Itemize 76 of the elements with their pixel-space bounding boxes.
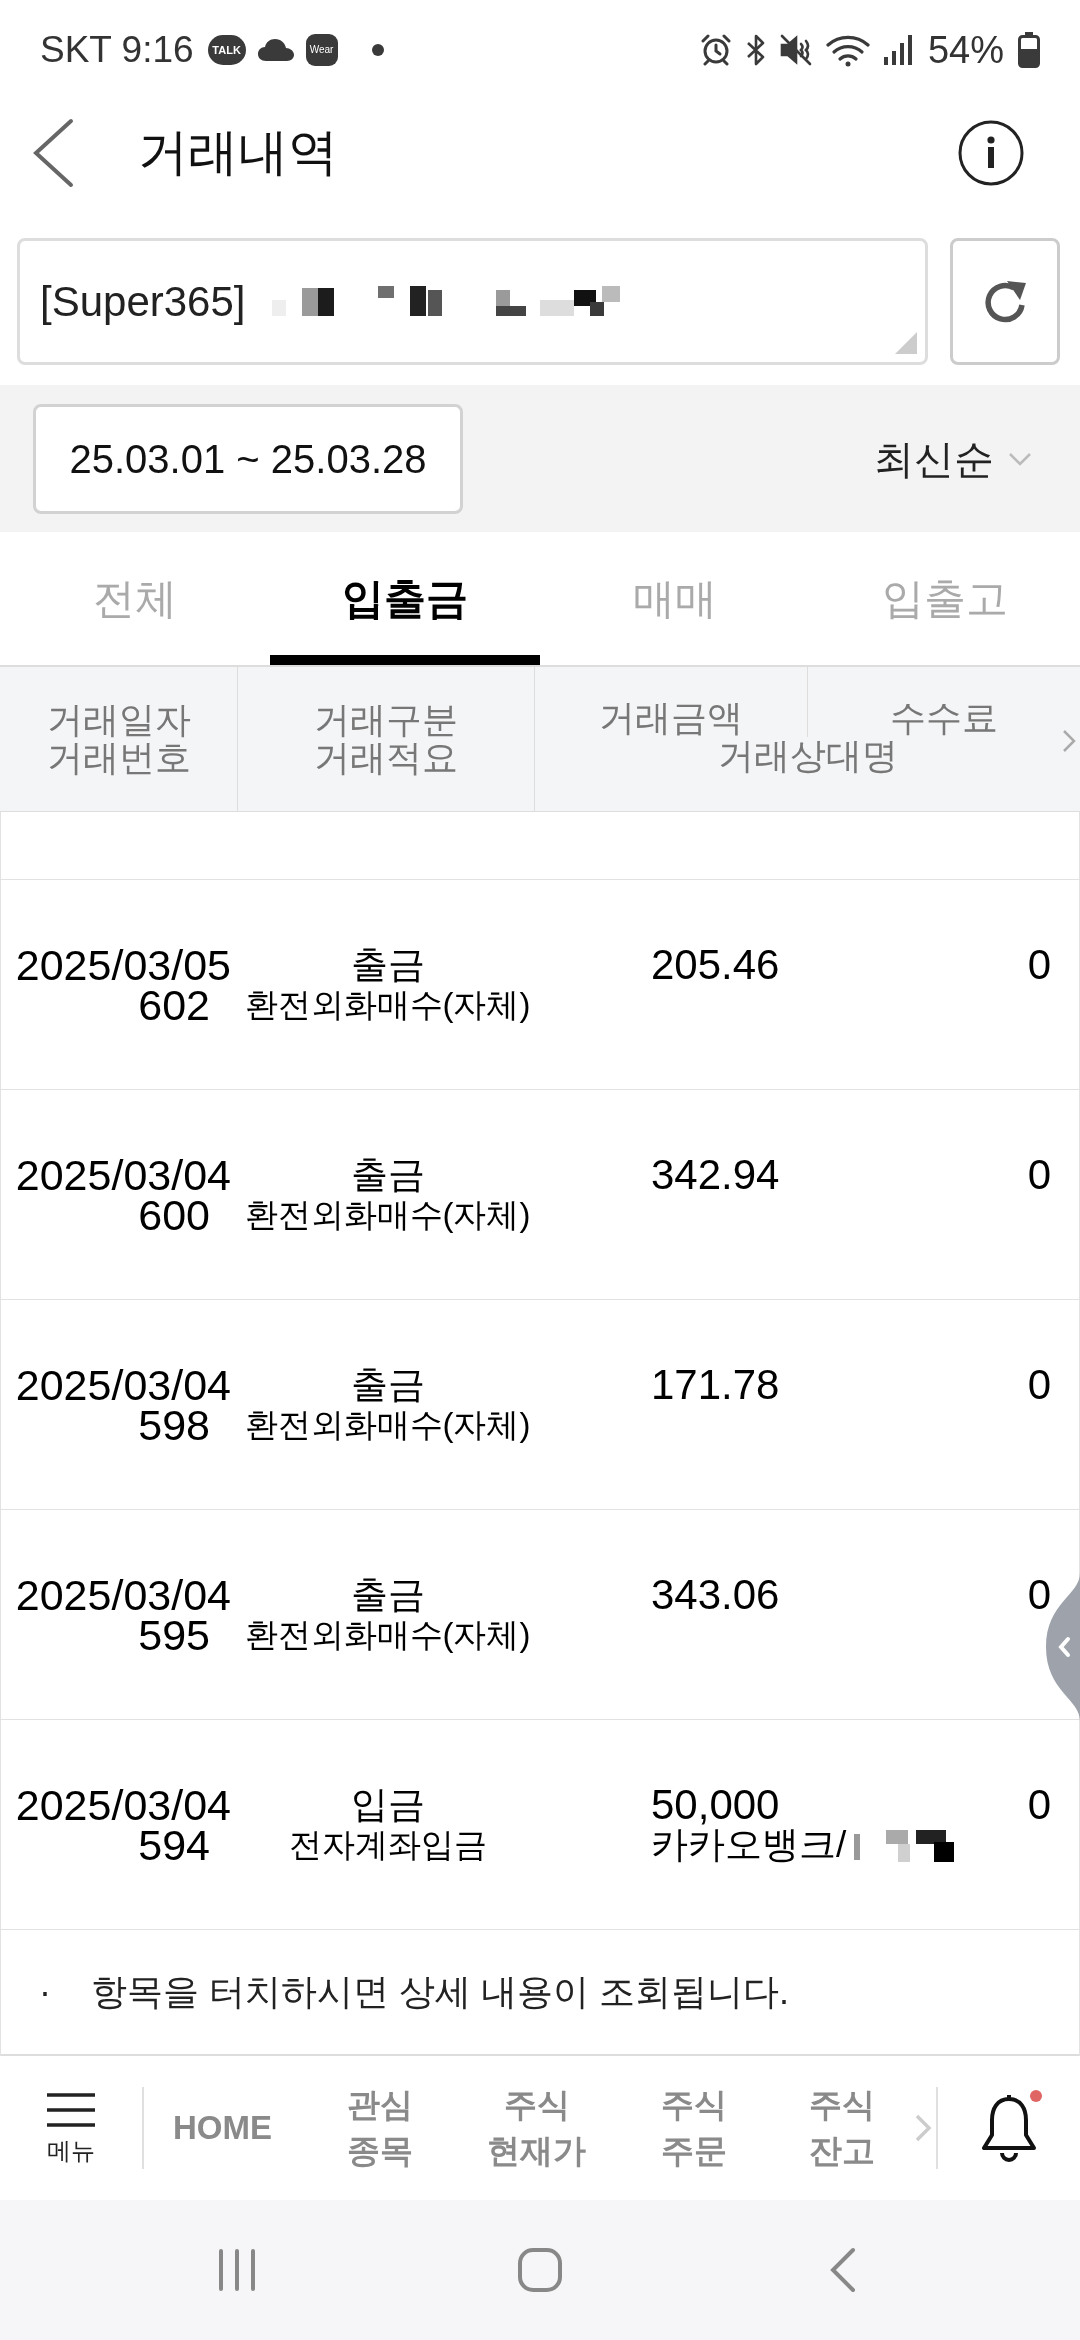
transaction-number: 594 bbox=[138, 1824, 210, 1865]
transaction-number: 600 bbox=[138, 1194, 210, 1235]
transaction-type: 출금 bbox=[350, 1154, 425, 1195]
transaction-type: 출금 bbox=[350, 944, 425, 985]
transaction-fee: 0 bbox=[1027, 1574, 1051, 1615]
column-header: 거래번호 bbox=[46, 739, 191, 777]
bullet-mark: · bbox=[39, 1970, 52, 2014]
app-logo-icon: Wear bbox=[305, 34, 338, 66]
status-carrier-time: SKT 9:16 bbox=[40, 28, 194, 73]
muted-speaker-icon bbox=[779, 34, 812, 66]
column-header: 거래구분 bbox=[314, 701, 458, 739]
chevron-left-icon bbox=[31, 117, 75, 188]
transaction-type: 출금 bbox=[350, 1364, 425, 1405]
transaction-date: 2025/03/04 bbox=[15, 1574, 231, 1615]
nav-item[interactable]: 관심 종목 bbox=[301, 2082, 458, 2174]
transaction-amount: 343.06 bbox=[651, 1574, 780, 1615]
chevron-right-icon[interactable] bbox=[1062, 729, 1076, 753]
back-icon[interactable] bbox=[829, 2247, 857, 2293]
account-field[interactable]: [Super365] bbox=[17, 238, 928, 365]
home-icon[interactable] bbox=[517, 2247, 563, 2293]
transaction-counterparty: 카카오뱅크/ bbox=[651, 1824, 847, 1865]
sort-dropdown[interactable]: 최신순 bbox=[874, 428, 1032, 489]
transaction-number: 598 bbox=[138, 1404, 210, 1445]
transaction-fee: 0 bbox=[1027, 1364, 1051, 1405]
transaction-number: 595 bbox=[138, 1614, 210, 1655]
nav-item[interactable]: 주식 잔고 bbox=[772, 2082, 912, 2174]
transaction-amount: 205.46 bbox=[651, 944, 780, 985]
battery-icon bbox=[1018, 32, 1040, 68]
column-header: 수수료 bbox=[890, 699, 998, 737]
info-icon[interactable] bbox=[958, 119, 1024, 186]
nav-item[interactable]: HOME bbox=[144, 2105, 301, 2151]
tab[interactable]: 매매 bbox=[540, 532, 810, 665]
chevron-down-icon bbox=[1008, 451, 1032, 466]
transaction-summary: 환전외화매수(자체) bbox=[244, 984, 531, 1025]
battery-percent: 54% bbox=[927, 27, 1004, 73]
recent-apps-icon[interactable] bbox=[217, 2248, 257, 2292]
tab[interactable]: 전체 bbox=[0, 532, 270, 665]
column-header: 거래금액 bbox=[599, 699, 743, 737]
nav-item[interactable]: 주식 현재가 bbox=[458, 2082, 615, 2174]
transaction-type: 출금 bbox=[350, 1574, 425, 1615]
transaction-number: 602 bbox=[138, 984, 210, 1025]
transaction-fee: 0 bbox=[1027, 1154, 1051, 1195]
footnote-text: 항목을 터치하시면 상세 내용이 조회됩니다. bbox=[91, 1970, 789, 2014]
bluetooth-icon bbox=[745, 34, 766, 66]
transaction-amount: 50,000 bbox=[651, 1784, 780, 1825]
chevron-left-icon bbox=[1058, 1637, 1070, 1657]
wifi-icon bbox=[825, 33, 870, 67]
nav-item[interactable]: 주식 주문 bbox=[615, 2082, 772, 2174]
transaction-date: 2025/03/04 bbox=[15, 1154, 231, 1195]
menu-button[interactable]: 메뉴 bbox=[0, 2056, 142, 2200]
transaction-date: 2025/03/04 bbox=[15, 1364, 231, 1405]
column-header: 거래상대명 bbox=[717, 737, 898, 775]
chat-bubble-icon: TALK bbox=[207, 35, 246, 65]
date-range-button[interactable]: 25.03.01 ~ 25.03.28 bbox=[33, 403, 463, 514]
refresh-button[interactable] bbox=[950, 238, 1060, 365]
resize-handle-icon bbox=[895, 332, 917, 354]
transaction-date: 2025/03/04 bbox=[15, 1784, 231, 1825]
transaction-summary: 전자계좌입금 bbox=[288, 1824, 487, 1865]
transaction-summary: 환전외화매수(자체) bbox=[244, 1614, 531, 1655]
transaction-date: 2025/03/05 bbox=[15, 944, 231, 985]
transaction-amount: 342.94 bbox=[651, 1154, 780, 1195]
alarm-clock-icon bbox=[699, 34, 732, 66]
tab[interactable]: 입출고 bbox=[810, 532, 1080, 665]
bell-icon bbox=[980, 2093, 1038, 2163]
signal-bars-icon bbox=[883, 35, 912, 65]
transaction-summary: 환전외화매수(자체) bbox=[244, 1404, 531, 1445]
transaction-summary: 환전외화매수(자체) bbox=[244, 1194, 531, 1235]
column-header: 거래일자 bbox=[46, 701, 191, 739]
transaction-fee: 0 bbox=[1027, 944, 1051, 985]
transaction-amount: 171.78 bbox=[651, 1364, 780, 1405]
transaction-fee: 0 bbox=[1027, 1784, 1051, 1825]
menu-icon bbox=[47, 2093, 95, 2127]
column-header: 거래적요 bbox=[314, 739, 458, 777]
cloud-icon bbox=[257, 39, 294, 61]
page-title: 거래내역 bbox=[138, 123, 338, 182]
transaction-type: 입금 bbox=[350, 1784, 425, 1825]
